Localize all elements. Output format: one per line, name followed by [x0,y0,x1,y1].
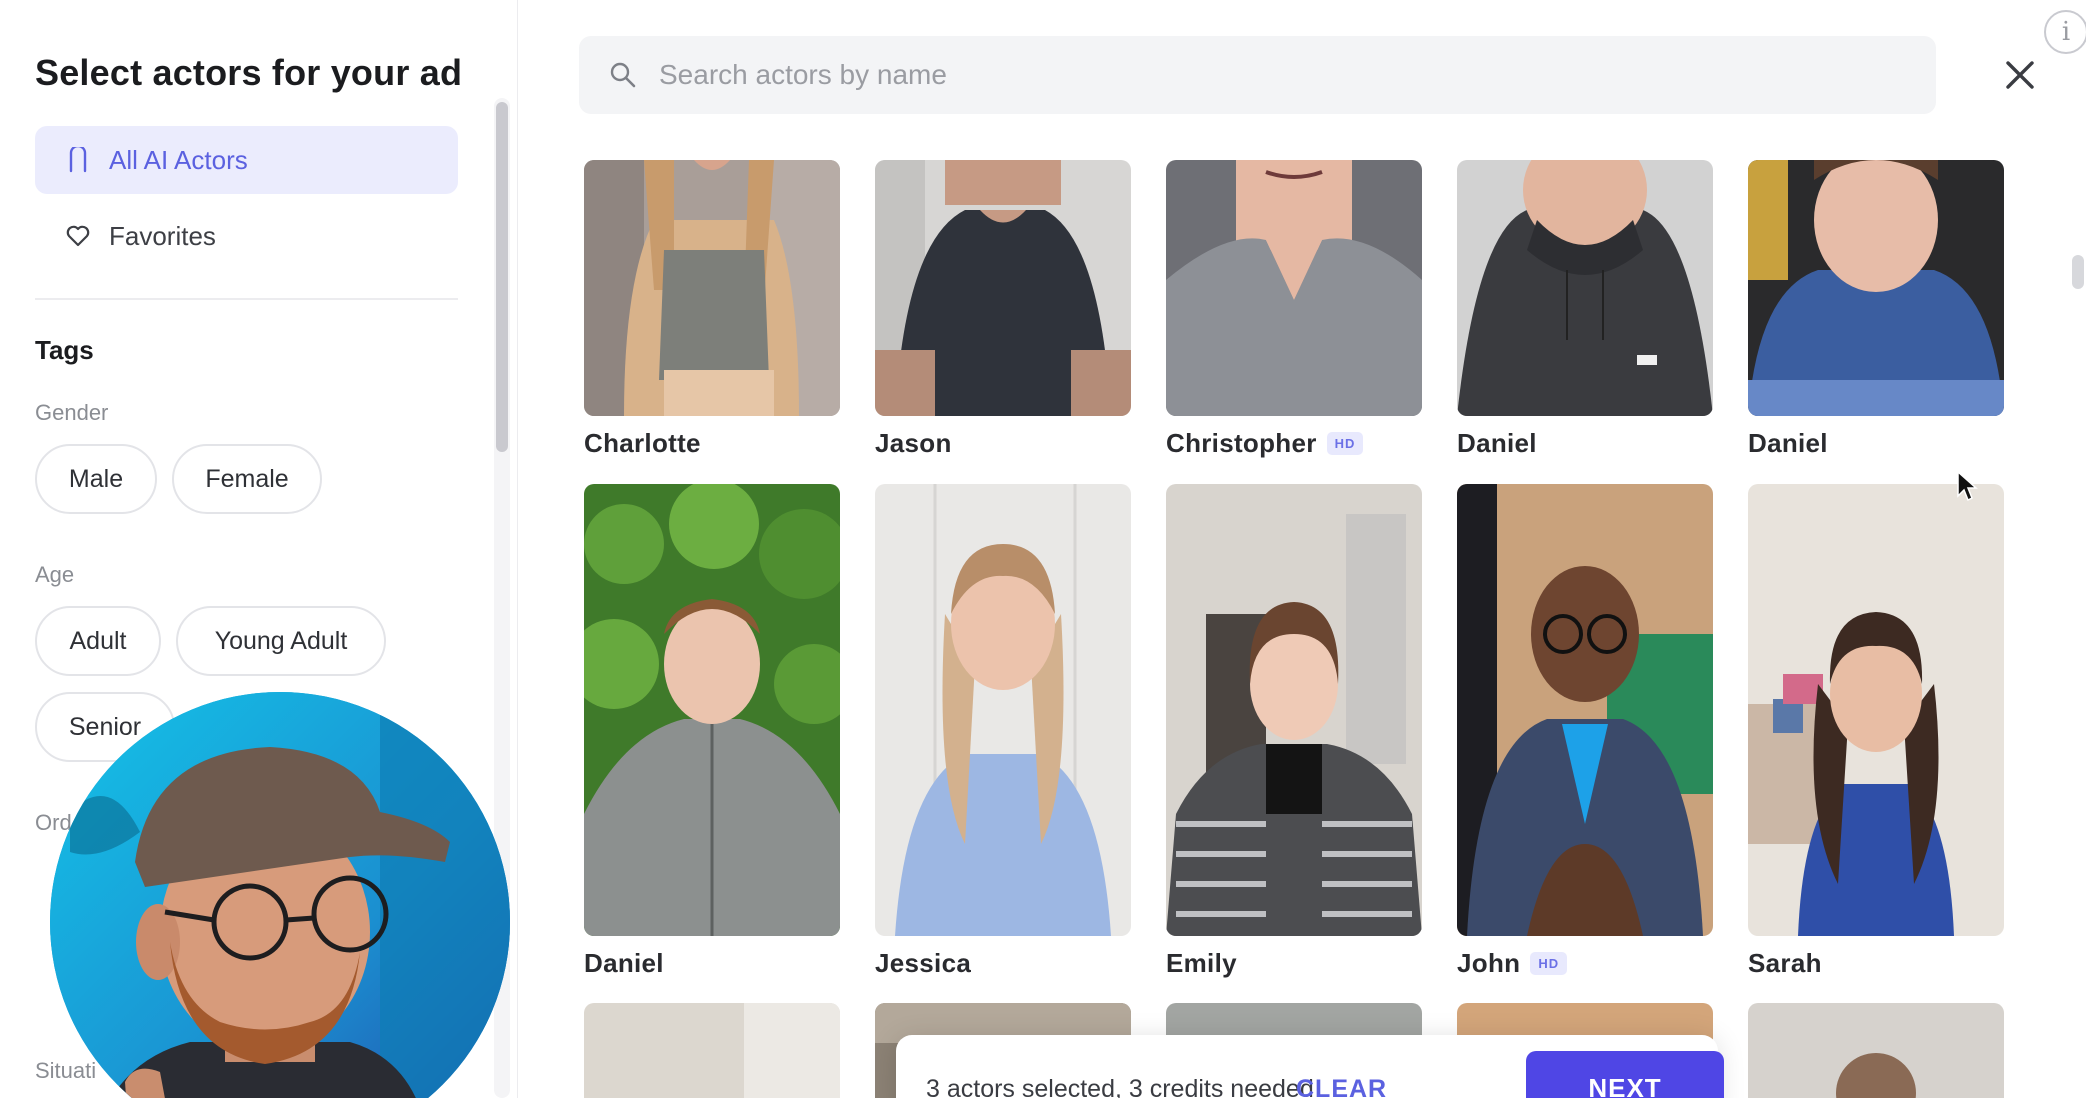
actor-name: Daniel [584,948,664,978]
actor-card-john[interactable]: John HD [1457,484,1713,979]
search-icon [609,61,637,89]
actor-card-daniel-3[interactable]: Daniel [584,484,840,979]
actor-thumbnail [1748,1003,2004,1098]
heart-icon [65,223,91,249]
gender-label: Gender [35,400,109,425]
order-label: Ord [35,810,72,835]
actor-name: Daniel [1457,428,1537,458]
actor-name: Sarah [1748,948,1822,978]
actor-card-jason[interactable]: Jason [875,160,1131,459]
close-button[interactable] [1999,54,2041,96]
page-title: Select actors for your ad [35,52,463,93]
tag-young-adult[interactable]: Young Adult [176,606,386,676]
actor-card-jessica[interactable]: Jessica [875,484,1131,979]
actor-thumbnail [584,484,840,936]
actor-thumbnail [1457,484,1713,936]
actor-thumbnail [1748,484,2004,936]
selection-summary: 3 actors selected, 3 credits needed [926,1075,1314,1098]
actor-thumbnail [584,1003,840,1098]
hd-badge: HD [1326,432,1364,455]
nav-favorites-label: Favorites [109,220,216,251]
actor-card-daniel-1[interactable]: Daniel [1457,160,1713,459]
situation-label: Situati [35,1058,97,1083]
info-icon[interactable]: i [2044,10,2086,54]
actor-thumbnail [875,160,1131,416]
main-scrollbar-thumb[interactable] [2072,255,2084,289]
selection-bar: 3 actors selected, 3 credits needed CLEA… [896,1035,1724,1098]
actor-name: Charlotte [584,428,701,458]
next-button[interactable]: NEXT [1526,1051,1724,1098]
actor-name: John [1457,948,1521,978]
actor-thumbnail [1457,160,1713,416]
age-label: Age [35,562,75,587]
actor-thumbnail [1748,160,2004,416]
clear-button[interactable]: CLEAR [1296,1075,1387,1098]
actor-card-emily[interactable]: Emily [1166,484,1422,979]
sidebar-scrollbar-thumb[interactable] [496,102,508,452]
nav-all-ai-actors-label: All AI Actors [109,144,248,175]
bookmark-icon [65,147,91,173]
actor-thumbnail [1166,484,1422,936]
actor-thumbnail [875,484,1131,936]
tag-male[interactable]: Male [35,444,157,514]
actor-name: Jessica [875,948,972,978]
actor-name: Emily [1166,948,1237,978]
actor-grid: Charlotte Jason Christopher HD Daniel Da… [584,160,2004,1098]
tag-female[interactable]: Female [172,444,322,514]
actor-name: Christopher [1166,428,1317,458]
actor-card-charlotte[interactable]: Charlotte [584,160,840,459]
actor-card-row3-1[interactable] [584,1003,840,1098]
actor-browser-panel: i Charlotte [519,0,2086,1098]
actor-card-sarah[interactable]: Sarah [1748,484,2004,979]
actor-thumbnail [1166,160,1422,416]
actor-card-row3-5[interactable] [1748,1003,2004,1098]
tags-heading: Tags [35,335,94,365]
mouse-cursor-icon [1956,470,1978,502]
actor-name: Daniel [1748,428,1828,458]
hd-badge: HD [1530,952,1568,975]
actor-thumbnail [584,160,840,416]
actor-card-christopher[interactable]: Christopher HD [1166,160,1422,459]
actor-name: Jason [875,428,952,458]
sidebar-divider [35,298,458,300]
close-icon [1999,61,2041,100]
search-input[interactable] [659,59,1859,91]
nav-favorites[interactable]: Favorites [35,202,458,270]
tag-adult[interactable]: Adult [35,606,161,676]
actor-filter-sidebar: Select actors for your ad All AI Actors … [0,0,518,1098]
search-bar[interactable] [579,36,1936,114]
nav-all-ai-actors[interactable]: All AI Actors [35,126,458,194]
actor-card-daniel-2[interactable]: Daniel [1748,160,2004,459]
